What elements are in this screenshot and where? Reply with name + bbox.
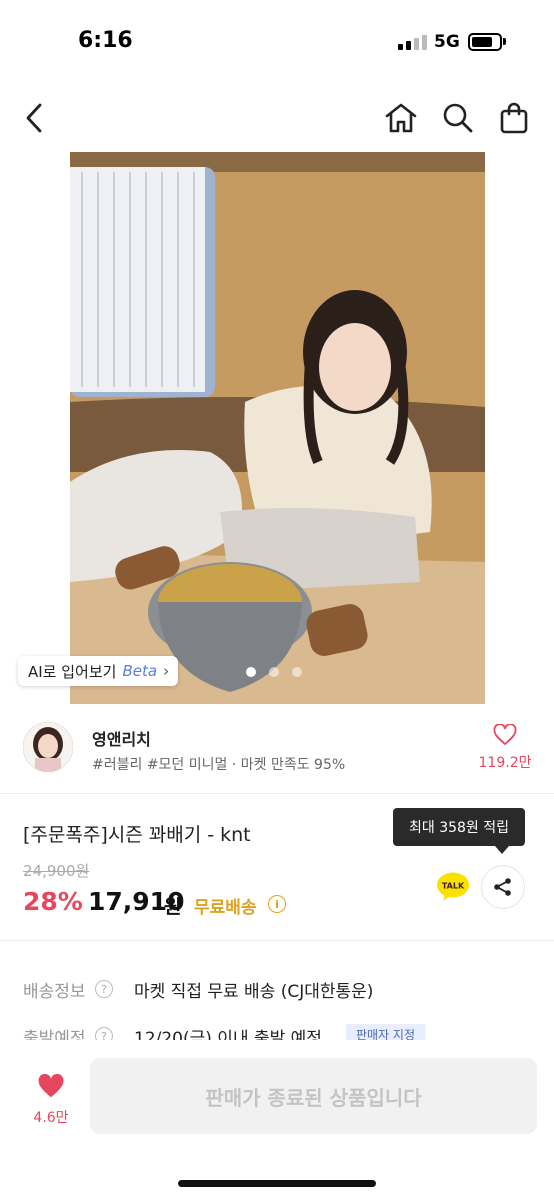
share-icon bbox=[494, 878, 511, 896]
help-icon[interactable]: ? bbox=[95, 980, 113, 998]
delivery-info-row: 배송정보 ? 마켓 직접 무료 배송 (CJ대한통운) bbox=[23, 977, 543, 1007]
home-indicator bbox=[178, 1180, 376, 1187]
kakao-talk-icon: TALK bbox=[437, 872, 469, 901]
network-label: 5G bbox=[434, 32, 460, 52]
price-unit: 원 bbox=[164, 896, 182, 918]
bottom-action-bar: 4.6만 판매가 종료된 상품입니다 bbox=[0, 1040, 554, 1200]
status-time: 6:16 bbox=[78, 28, 133, 53]
back-button[interactable] bbox=[14, 98, 54, 138]
ai-tryon-button[interactable]: AI로 입어보기 Beta › bbox=[18, 656, 178, 686]
product-photo[interactable] bbox=[70, 152, 485, 704]
chevron-left-icon bbox=[26, 103, 42, 133]
share-button[interactable] bbox=[481, 865, 525, 909]
departure-info-row: 출발예정 ? 12/20(금) 이내 출발 예정 판매자 지정 bbox=[23, 1024, 543, 1040]
carousel-indicator bbox=[246, 667, 302, 677]
kakao-talk-button[interactable]: TALK bbox=[431, 865, 475, 909]
store-row[interactable]: 영앤리치 #러블리 #모던 미니멀 · 마켓 만족도 95% 119.2만 bbox=[0, 712, 554, 786]
ai-tryon-label: AI로 입어보기 bbox=[28, 662, 117, 681]
info-icon[interactable]: i bbox=[268, 895, 286, 913]
store-like-button[interactable]: 119.2만 bbox=[470, 723, 540, 772]
free-shipping-label: 무료배송 bbox=[194, 898, 257, 918]
store-tags: #러블리 #모던 미니멀 · 마켓 만족도 95% bbox=[92, 757, 346, 773]
battery-tip bbox=[503, 38, 506, 45]
carousel-dot[interactable] bbox=[292, 667, 302, 677]
original-price: 24,900원 bbox=[23, 862, 90, 880]
store-avatar-image bbox=[23, 722, 73, 772]
home-icon bbox=[385, 103, 417, 133]
signal-icon bbox=[398, 34, 428, 50]
discount-rate: 28% bbox=[23, 887, 83, 916]
seller-designated-badge: 판매자 지정 bbox=[346, 1024, 426, 1040]
product-photo-illustration bbox=[70, 152, 485, 704]
tooltip-arrow bbox=[495, 846, 509, 854]
top-nav-bar bbox=[0, 84, 554, 150]
battery-icon bbox=[468, 33, 502, 51]
divider bbox=[0, 793, 554, 794]
store-avatar[interactable] bbox=[23, 722, 73, 772]
shopping-bag-icon bbox=[500, 102, 528, 134]
chevron-right-icon: › bbox=[163, 662, 170, 680]
sold-out-button[interactable]: 판매가 종료된 상품입니다 bbox=[90, 1058, 537, 1134]
beta-tag: Beta bbox=[122, 662, 158, 680]
departure-label: 출발예정 bbox=[23, 1029, 86, 1040]
status-bar: 6:16 5G bbox=[0, 0, 554, 80]
carousel-dot[interactable] bbox=[269, 667, 279, 677]
carousel-dot[interactable] bbox=[246, 667, 256, 677]
search-icon bbox=[443, 103, 473, 133]
cart-button[interactable] bbox=[494, 98, 534, 138]
store-like-count: 119.2만 bbox=[478, 755, 532, 771]
talk-label: TALK bbox=[442, 882, 465, 891]
home-button[interactable] bbox=[381, 98, 421, 138]
departure-value: 12/20(금) 이내 출발 예정 bbox=[134, 1029, 322, 1040]
wishlist-button[interactable]: 4.6만 bbox=[24, 1073, 78, 1127]
help-icon[interactable]: ? bbox=[95, 1027, 113, 1040]
wishlist-count: 4.6만 bbox=[33, 1110, 69, 1126]
product-name: [주문폭주]시즌 꽈배기 - knt bbox=[23, 824, 251, 846]
heart-outline-icon bbox=[493, 723, 517, 745]
points-tooltip: 최대 358원 적립 bbox=[393, 808, 525, 846]
delivery-info-label: 배송정보 bbox=[23, 982, 86, 1002]
divider bbox=[0, 940, 554, 941]
store-name[interactable]: 영앤리치 bbox=[92, 726, 151, 750]
delivery-info-value: 마켓 직접 무료 배송 (CJ대한통운) bbox=[134, 982, 374, 1002]
heart-filled-icon bbox=[38, 1073, 64, 1098]
search-button[interactable] bbox=[438, 98, 478, 138]
